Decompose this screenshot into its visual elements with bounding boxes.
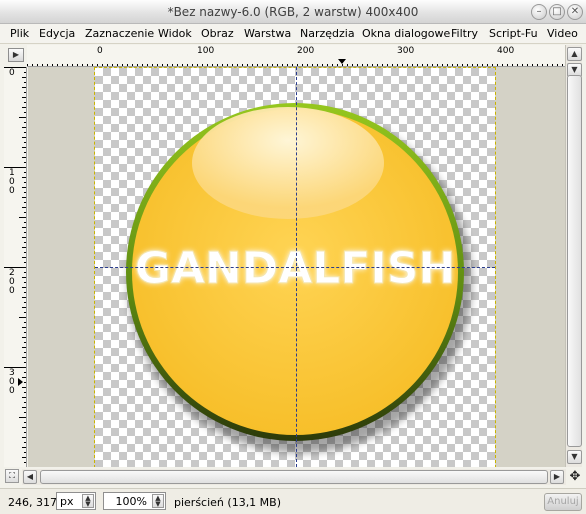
navigate-icon[interactable]: ✥ [568, 470, 582, 484]
hruler-label-0: 0 [97, 46, 103, 56]
orb-text: GANDALFISH [135, 243, 456, 294]
minimize-button[interactable]: – [531, 4, 547, 20]
horizontal-ruler-ticks [27, 59, 563, 66]
vruler-label-200: 200 [9, 268, 15, 296]
window-title: *Bez nazwy-6.0 (RGB, 2 warstw) 400x400 [167, 5, 419, 19]
image-menu-button[interactable]: ▶ [8, 48, 24, 62]
menu-script-fu[interactable]: Script-Fu [489, 27, 538, 40]
vruler-label-0: 0 [9, 68, 15, 78]
menu-okna-dialogowe[interactable]: Okna dialogowe [362, 27, 450, 40]
scroll-up-button[interactable]: ▲ [567, 47, 582, 61]
pointer-marker-vertical [18, 378, 23, 386]
unit-value: px [60, 495, 74, 508]
unit-spin-icon[interactable]: ▲ ▼ [82, 494, 94, 508]
status-message: pierścień (13,1 MB) [174, 496, 282, 509]
scroll-left-button[interactable]: ◀ [23, 470, 37, 484]
menu-video[interactable]: Video [547, 27, 578, 40]
hruler-label-200: 200 [297, 46, 315, 56]
scroll-right-button[interactable]: ▶ [550, 470, 564, 484]
menu-plik[interactable]: Plik [10, 27, 29, 40]
zoom-spin-icon[interactable]: ▲ ▼ [152, 494, 164, 508]
scroll-down-button[interactable]: ▼ [567, 450, 582, 464]
menu-edycja[interactable]: Edycja [39, 27, 75, 40]
vertical-ruler-ticks [4, 67, 26, 463]
maximize-button[interactable]: □ [549, 4, 565, 20]
pointer-coordinates: 246, 317 [8, 496, 57, 509]
menu-filtry[interactable]: Filtry [451, 27, 478, 40]
gimp-image-window: *Bez nazwy-6.0 (RGB, 2 warstw) 400x400 –… [0, 0, 586, 514]
zoom-selector[interactable]: 100% ▲ ▼ [103, 492, 166, 510]
horizontal-guide[interactable] [95, 267, 495, 268]
close-button[interactable]: ✕ [567, 4, 583, 20]
orb-highlight [192, 107, 384, 219]
menu-bar: Plik Edycja Zaznaczenie Widok Obraz Wars… [0, 24, 586, 44]
hruler-label-100: 100 [197, 46, 215, 56]
title-bar: *Bez nazwy-6.0 (RGB, 2 warstw) 400x400 –… [0, 0, 586, 24]
menu-warstwa[interactable]: Warstwa [244, 27, 291, 40]
vertical-scroll-thumb[interactable] [567, 75, 582, 447]
menu-obraz[interactable]: Obraz [201, 27, 234, 40]
canvas-area[interactable]: GANDALFISH GANDALFISH [28, 67, 565, 467]
hruler-label-300: 300 [397, 46, 415, 56]
hruler-label-400: 400 [497, 46, 515, 56]
vruler-label-300: 300 [9, 368, 15, 396]
unit-selector[interactable]: px ▲ ▼ [56, 492, 96, 510]
vruler-label-100: 100 [9, 168, 15, 196]
status-bar: 246, 317 px ▲ ▼ 100% ▲ ▼ pierścień (13,1 M… [0, 488, 586, 514]
horizontal-scrollbar[interactable]: ◀ ▶ [22, 469, 566, 485]
zoom-value: 100% [115, 495, 147, 508]
vertical-ruler[interactable]: 0 100 200 300 [4, 67, 27, 467]
zoom-fit-icon[interactable]: ⛶ [5, 469, 19, 483]
horizontal-ruler[interactable]: 0 100 200 300 400 [27, 45, 565, 67]
vertical-scrollbar[interactable]: ▲ ▼ ▼ [565, 45, 582, 467]
pointer-marker [338, 59, 346, 64]
menu-narzedzia[interactable]: Narzędzia [300, 27, 355, 40]
menu-widok[interactable]: Widok [158, 27, 192, 40]
menu-zaznaczenie[interactable]: Zaznaczenie [85, 27, 154, 40]
horizontal-scroll-thumb[interactable] [40, 470, 548, 484]
cancel-button[interactable]: Anuluj [544, 493, 582, 511]
